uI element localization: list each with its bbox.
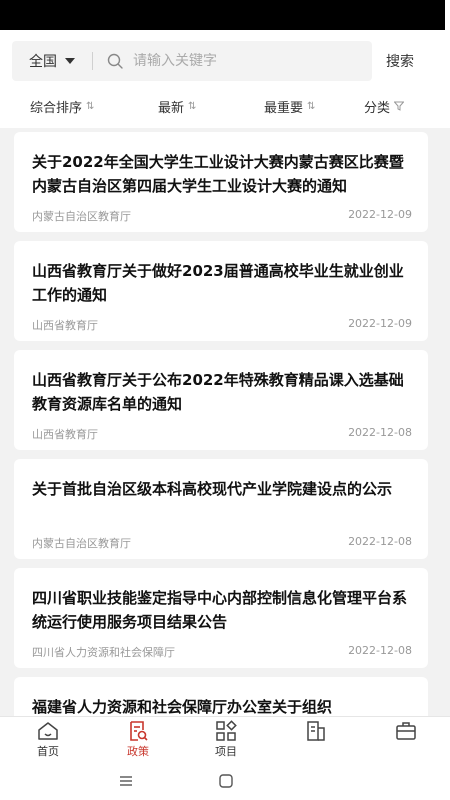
article-source: 内蒙古自治区教育厅: [32, 537, 131, 550]
search-input[interactable]: [133, 53, 353, 69]
article-title: 四川省职业技能鉴定指导中心内部控制信息化管理平台系统运行使用服务项目结果公告: [32, 589, 408, 631]
sort-important[interactable]: 最重要 ⇅: [264, 97, 315, 116]
policy-icon: [130, 721, 148, 741]
home-icon: [38, 722, 58, 740]
header: 全国 搜索 综合排序 ⇅ 最新 ⇅ 最重要 ⇅ 分类: [0, 30, 450, 128]
search-row: 全国 搜索: [12, 38, 438, 84]
article-title: 山西省教育厅关于公布2022年特殊教育精品课入选基础教育资源库名单的通知: [32, 371, 404, 413]
article-date: 2022-12-08: [348, 535, 412, 548]
list-item[interactable]: 福建省人力资源和社会保障厅办公室关于组织: [14, 677, 428, 716]
list-item[interactable]: 四川省职业技能鉴定指导中心内部控制信息化管理平台系统运行使用服务项目结果公告 四…: [14, 568, 428, 668]
list-item[interactable]: 关于首批自治区级本科高校现代产业学院建设点的公示 内蒙古自治区教育厅 2022-…: [14, 459, 428, 559]
menu-icon[interactable]: [118, 773, 134, 789]
sort-label: 分类: [364, 100, 391, 116]
article-date: 2022-12-08: [348, 644, 412, 657]
caret-down-icon: [65, 58, 75, 64]
article-date: 2022-12-09: [348, 208, 412, 221]
article-meta: 内蒙古自治区教育厅 2022-12-09: [32, 208, 412, 224]
sort-arrows-icon: ⇅: [188, 100, 197, 112]
article-source: 山西省教育厅: [32, 319, 98, 332]
list-item[interactable]: 山西省教育厅关于公布2022年特殊教育精品课入选基础教育资源库名单的通知 山西省…: [14, 350, 428, 450]
tab-projects[interactable]: 项目: [186, 719, 266, 759]
system-nav-bar: [0, 766, 450, 800]
sort-latest[interactable]: 最新 ⇅: [158, 97, 196, 116]
article-meta: 四川省人力资源和社会保障厅 2022-12-08: [32, 644, 412, 660]
article-list: 关于2022年全国大学生工业设计大赛内蒙古赛区比赛暨内蒙古自治区第四届大学生工业…: [0, 128, 450, 716]
article-title: 山西省教育厅关于做好2023届普通高校毕业生就业创业工作的通知: [32, 262, 404, 304]
bottom-tabbar: 首页 政策 项目: [0, 716, 450, 766]
article-source: 内蒙古自治区教育厅: [32, 210, 131, 223]
tab-policy[interactable]: 政策: [98, 719, 178, 759]
article-source: 四川省人力资源和社会保障厅: [32, 646, 175, 659]
home-button-icon[interactable]: [218, 773, 234, 789]
sort-label: 最新: [158, 100, 185, 116]
article-meta: 山西省教育厅 2022-12-08: [32, 426, 412, 442]
sort-category[interactable]: 分类: [364, 97, 405, 116]
divider: [92, 52, 93, 70]
status-bar: [0, 0, 450, 30]
grid-icon: [216, 720, 237, 741]
article-meta: 内蒙古自治区教育厅 2022-12-08: [32, 535, 412, 551]
search-icon: [107, 53, 123, 69]
tab-label: 政策: [127, 745, 149, 758]
article-date: 2022-12-08: [348, 426, 412, 439]
sort-arrows-icon: ⇅: [307, 100, 316, 112]
article-meta: 山西省教育厅 2022-12-09: [32, 317, 412, 333]
list-item[interactable]: 关于2022年全国大学生工业设计大赛内蒙古赛区比赛暨内蒙古自治区第四届大学生工业…: [14, 132, 428, 232]
article-title: 福建省人力资源和社会保障厅办公室关于组织: [32, 698, 333, 716]
tab-label: 首页: [37, 745, 59, 758]
article-source: 山西省教育厅: [32, 428, 98, 441]
list-item[interactable]: 山西省教育厅关于做好2023届普通高校毕业生就业创业工作的通知 山西省教育厅 2…: [14, 241, 428, 341]
sort-arrows-icon: ⇅: [86, 100, 95, 112]
article-title: 关于2022年全国大学生工业设计大赛内蒙古赛区比赛暨内蒙古自治区第四届大学生工业…: [32, 153, 404, 195]
region-select-label: 全国: [29, 54, 57, 70]
sort-label: 综合排序: [30, 100, 83, 116]
sort-label: 最重要: [264, 100, 304, 116]
briefcase-icon: [396, 722, 416, 740]
region-select[interactable]: 全国: [12, 41, 92, 81]
building-icon: [307, 721, 325, 741]
sort-comprehensive[interactable]: 综合排序 ⇅: [30, 97, 94, 116]
search-button[interactable]: 搜索: [386, 51, 414, 71]
search-box: 全国: [12, 41, 372, 81]
filter-icon: [394, 101, 405, 111]
tab-home[interactable]: 首页: [8, 719, 88, 759]
article-date: 2022-12-09: [348, 317, 412, 330]
status-bar-mask: [0, 0, 445, 30]
article-title: 关于首批自治区级本科高校现代产业学院建设点的公示: [32, 480, 393, 498]
tab-briefcase[interactable]: [366, 719, 446, 743]
tab-label: 项目: [215, 745, 237, 758]
tab-building[interactable]: [276, 719, 356, 743]
sort-row: 综合排序 ⇅ 最新 ⇅ 最重要 ⇅ 分类: [0, 88, 450, 124]
